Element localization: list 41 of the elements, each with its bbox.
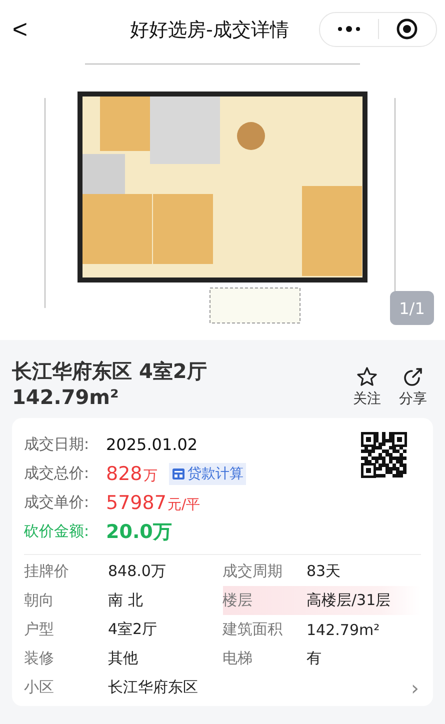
detail-label: 户型 xyxy=(24,620,55,639)
detail-value: 南 北 xyxy=(108,591,143,610)
detail-label: 挂牌价 xyxy=(24,562,70,581)
share-button[interactable]: 分享 xyxy=(399,366,427,408)
image-counter: 1/1 xyxy=(390,291,434,325)
qr-code-icon xyxy=(361,432,407,478)
detail-value: 142.79m² xyxy=(306,620,380,638)
detail-label: 装修 xyxy=(24,649,55,668)
field-value: 57987 元/平 xyxy=(106,492,200,514)
listing-area: 142.79m² xyxy=(12,384,335,410)
field-label: 成交日期: xyxy=(24,435,90,454)
field-value: 828万 xyxy=(106,462,158,484)
star-icon xyxy=(356,366,378,388)
detail-label: 楼层 xyxy=(222,591,254,610)
chevron-icon[interactable]: › xyxy=(411,676,419,700)
field-label: 成交总价: xyxy=(24,464,90,483)
detail-value: 4室2厅 xyxy=(108,620,158,639)
loan-calculator-link[interactable]: 贷款计算 xyxy=(169,462,246,484)
detail-label: 小区 xyxy=(24,678,55,697)
back-button[interactable]: < xyxy=(10,14,30,44)
calculator-icon xyxy=(172,468,186,480)
detail-value: 其他 xyxy=(108,649,138,668)
detail-value: 高楼层/31层 xyxy=(306,591,391,610)
detail-label: 建筑面积 xyxy=(222,620,284,639)
listing-title: 长江华府东区 4室2厅 xyxy=(12,358,208,384)
field-label: 成交单价: xyxy=(24,493,90,512)
target-icon xyxy=(396,18,418,40)
field-value: 20.0万 xyxy=(106,520,172,544)
detail-value: 有 xyxy=(306,649,322,668)
detail-label: 电梯 xyxy=(222,649,254,668)
share-icon xyxy=(402,366,424,388)
detail-value: 848.0万 xyxy=(108,562,166,581)
page-title: 好好选房-成交详情 xyxy=(130,18,289,43)
field-label: 砍价金额: xyxy=(24,522,90,541)
field-value: 2025.01.02 xyxy=(106,435,198,454)
follow-button[interactable]: 关注 xyxy=(353,366,381,408)
detail-label: 成交周期 xyxy=(222,562,284,581)
community-link[interactable]: 长江华府东区 xyxy=(108,678,411,697)
detail-value: 83天 xyxy=(306,562,341,581)
more-icon xyxy=(336,25,361,33)
detail-label: 朝向 xyxy=(24,591,55,610)
